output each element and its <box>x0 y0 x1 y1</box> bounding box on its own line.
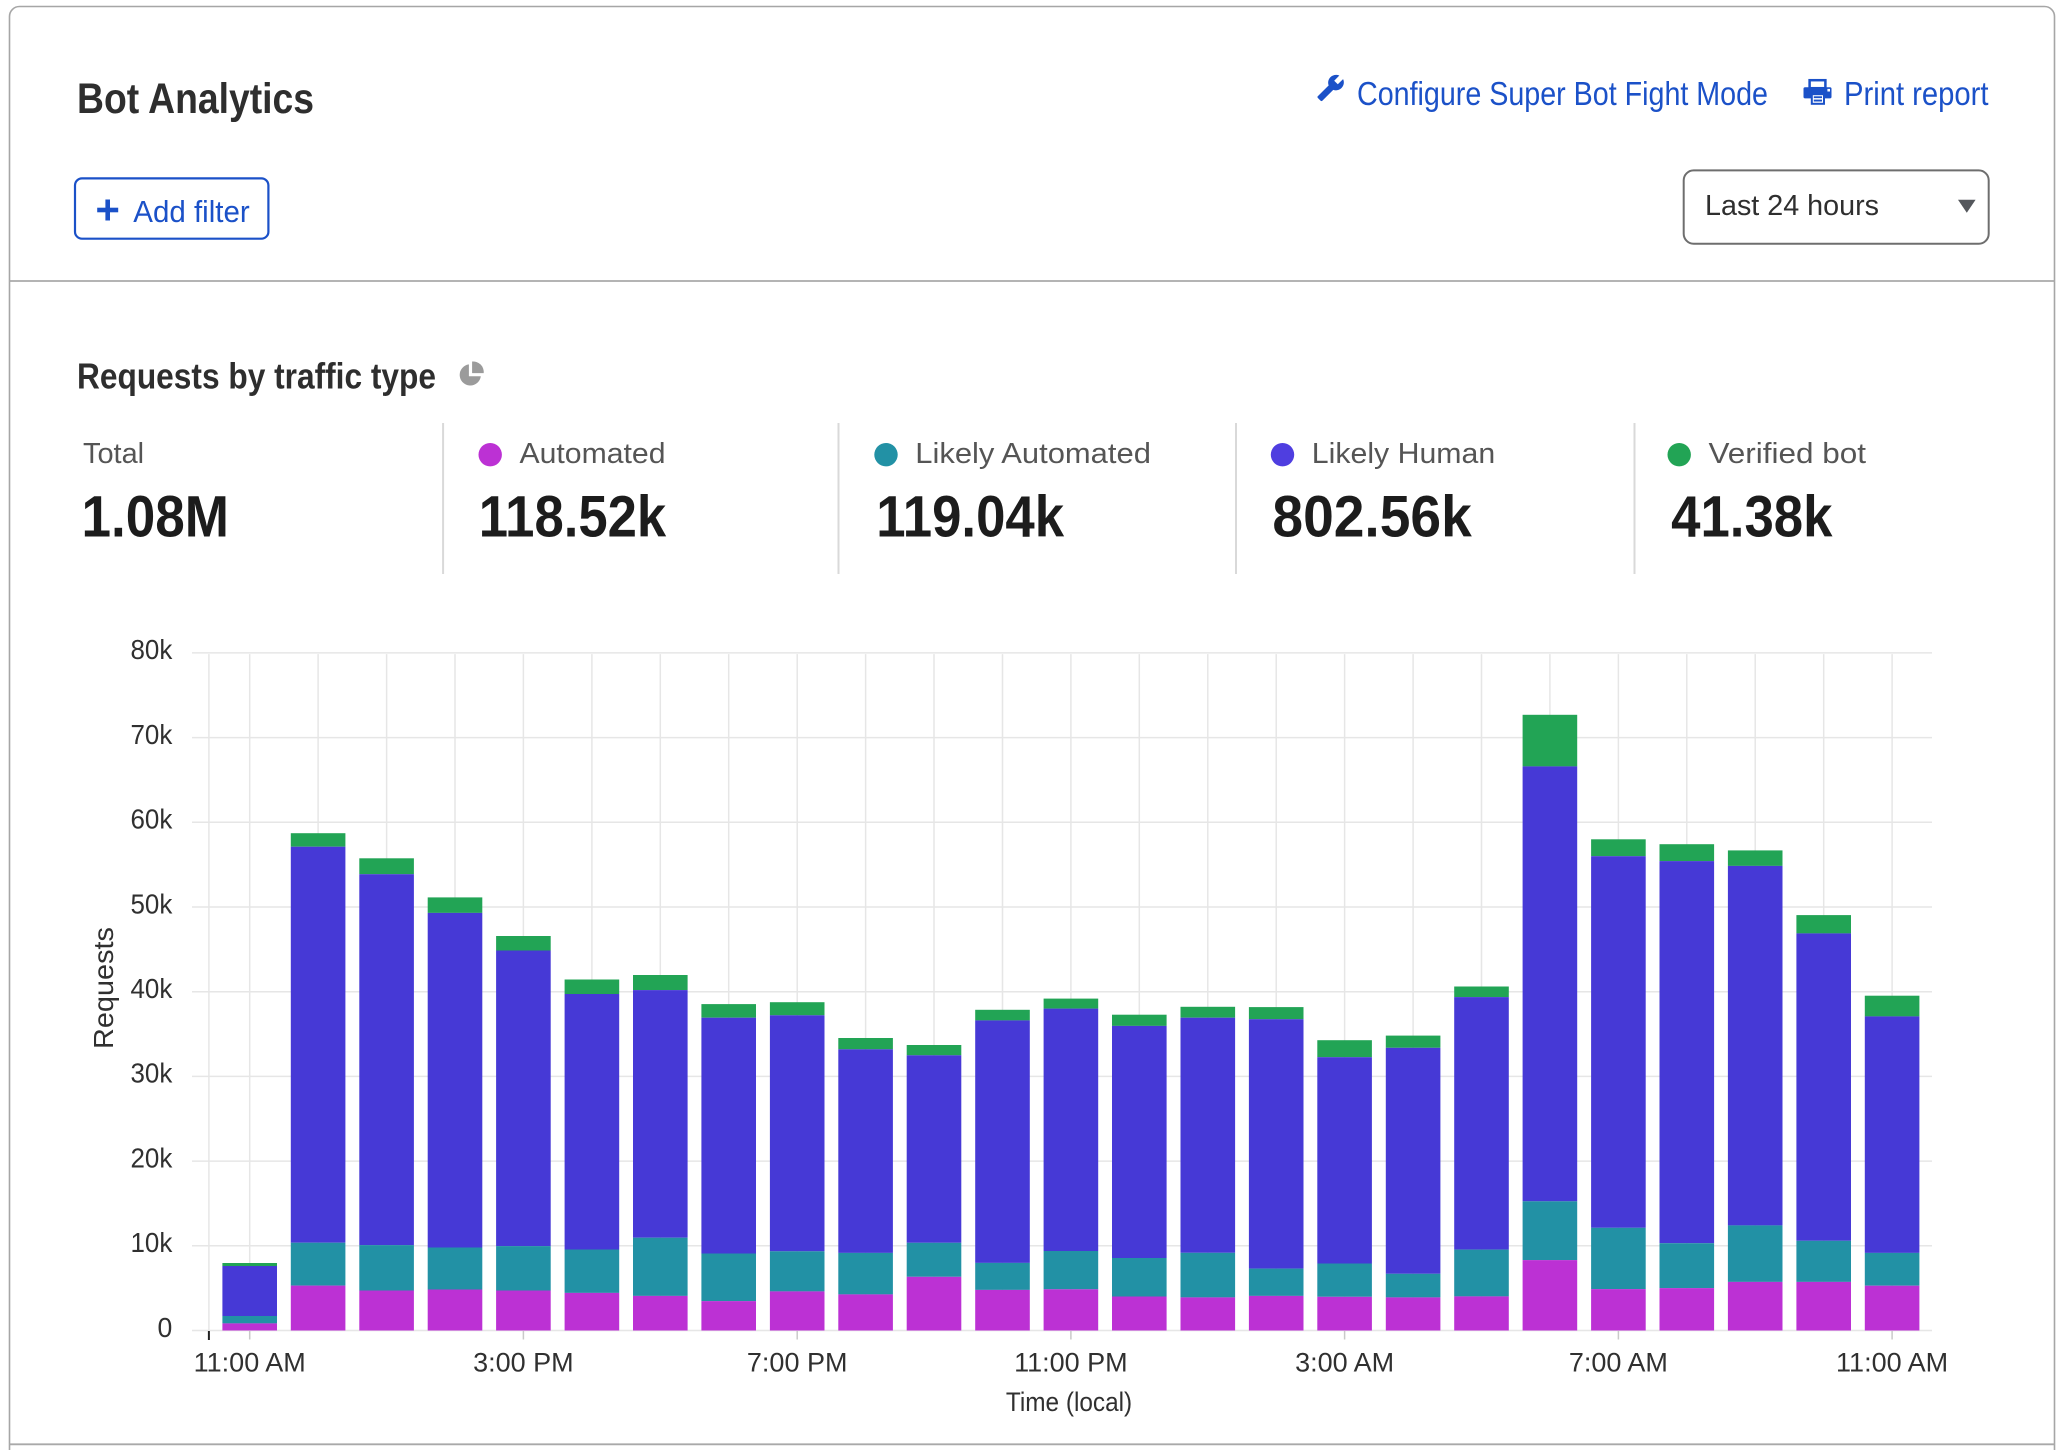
svg-text:30k: 30k <box>131 1058 174 1089</box>
svg-text:40k: 40k <box>131 973 174 1004</box>
svg-text:7:00 AM: 7:00 AM <box>1569 1348 1668 1378</box>
svg-text:70k: 70k <box>131 719 174 750</box>
svg-text:Requests: Requests <box>88 927 119 1049</box>
svg-text:Print report: Print report <box>1844 75 1989 112</box>
svg-text:3:00 AM: 3:00 AM <box>1295 1348 1394 1378</box>
svg-text:11:00 PM: 11:00 PM <box>1014 1348 1128 1378</box>
svg-text:Verified bot: Verified bot <box>1709 438 1867 470</box>
svg-text:Requests by traffic type: Requests by traffic type <box>77 356 436 397</box>
svg-text:Automated: Automated <box>520 438 666 470</box>
svg-text:10k: 10k <box>131 1227 174 1258</box>
svg-text:Total: Total <box>83 438 144 470</box>
svg-text:11:00 AM: 11:00 AM <box>194 1348 306 1378</box>
svg-text:60k: 60k <box>131 804 174 835</box>
svg-text:Bot Analytics: Bot Analytics <box>77 75 314 123</box>
svg-text:3:00 PM: 3:00 PM <box>473 1348 574 1378</box>
svg-text:80k: 80k <box>131 634 174 665</box>
svg-text:119.04k: 119.04k <box>876 484 1064 549</box>
svg-text:20k: 20k <box>131 1142 174 1173</box>
svg-text:Likely Human: Likely Human <box>1312 438 1495 470</box>
svg-text:0: 0 <box>158 1312 173 1343</box>
svg-text:118.52k: 118.52k <box>479 484 667 549</box>
svg-text:Last 24 hours: Last 24 hours <box>1705 190 1879 222</box>
svg-text:Likely Automated: Likely Automated <box>915 438 1151 470</box>
svg-text:Add filter: Add filter <box>133 194 249 229</box>
svg-text:Time (local): Time (local) <box>1006 1387 1132 1417</box>
svg-text:Configure Super Bot Fight Mode: Configure Super Bot Fight Mode <box>1357 75 1768 112</box>
svg-text:7:00 PM: 7:00 PM <box>747 1348 848 1378</box>
svg-text:50k: 50k <box>131 888 174 919</box>
svg-text:11:00 AM: 11:00 AM <box>1836 1348 1948 1378</box>
svg-text:1.08M: 1.08M <box>82 484 230 549</box>
svg-text:802.56k: 802.56k <box>1272 484 1472 549</box>
svg-text:41.38k: 41.38k <box>1671 484 1833 549</box>
